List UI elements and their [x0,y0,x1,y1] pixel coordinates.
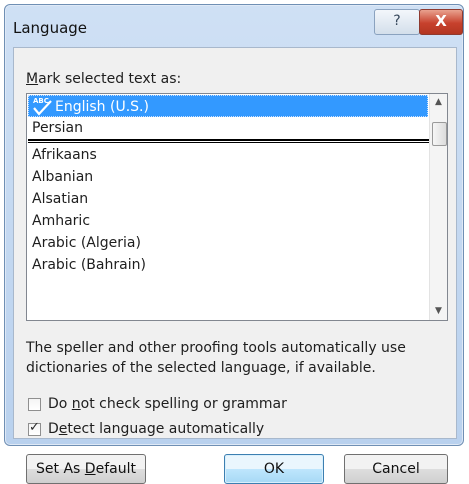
set-as-default-button[interactable]: Set As Default [26,454,146,484]
no-check-option[interactable]: Do not check spelling or grammar [28,394,287,414]
cancel-button[interactable]: Cancel [344,454,448,484]
label-text: ot check spelling or grammar [80,396,287,412]
list-item[interactable]: Amharic [28,210,428,232]
detect-language-option[interactable]: Detect language automatically [28,419,264,439]
label-text: efault [95,461,136,477]
label-text: Set As [36,461,85,477]
list-item-selected[interactable]: ABC English (U.S.) [28,95,428,117]
no-check-label: Do not check spelling or grammar [48,396,287,412]
list-item[interactable]: Afrikaans [28,144,428,166]
ok-button[interactable]: OK [224,454,324,484]
help-icon: ? [393,13,401,29]
list-item-label: Afrikaans [32,147,97,163]
list-item[interactable]: Alsatian [28,188,428,210]
list-separator [28,139,430,143]
mnemonic: D [84,461,96,477]
language-list[interactable]: ABC English (U.S.) Persian Afrikaans Alb… [26,93,448,321]
list-item-recent[interactable]: Persian [28,117,428,139]
label-text: D [48,421,59,437]
svg-text:ABC: ABC [33,97,49,105]
no-check-checkbox[interactable] [28,397,41,411]
mark-selected-text-label: Mark selected text as: [26,71,181,87]
label-text: Do [48,396,72,412]
dialog-title: Language [13,19,88,37]
spellcheck-icon: ABC [33,97,52,116]
mnemonic: n [71,396,81,412]
list-item-label: Alsatian [32,191,89,207]
language-dialog: Language ? X Mark selected text as: ABC … [4,4,464,484]
scroll-up-arrow-icon[interactable]: ▲ [430,94,447,111]
list-item-label: Arabic (Bahrain) [32,257,146,273]
list-item-label: Amharic [32,213,91,229]
proofing-description: The speller and other proofing tools aut… [26,340,406,376]
scroll-thumb[interactable] [432,122,447,146]
close-icon: X [435,12,447,30]
label-text: tect language automatically [67,421,265,437]
list-item-label: Persian [32,120,83,136]
list-scrollbar[interactable]: ▲ ▼ [429,94,447,320]
scroll-down-arrow-icon[interactable]: ▼ [430,303,447,320]
list-item-label: Albanian [32,169,94,185]
detect-language-checkbox[interactable] [28,420,41,436]
label-text: ark selected text as: [38,71,182,87]
list-item[interactable]: Albanian [28,166,428,188]
close-button[interactable]: X [419,9,463,35]
list-item[interactable]: Arabic (Algeria) [28,232,428,254]
list-item-label: Arabic (Algeria) [32,235,141,251]
list-item[interactable]: Arabic (Bahrain) [28,254,428,276]
help-button[interactable]: ? [374,9,420,35]
title-bar[interactable]: Language ? X [5,5,463,47]
dialog-body: Mark selected text as: ABC English (U.S.… [13,47,457,484]
mnemonic: M [26,71,39,87]
detect-language-label: Detect language automatically [48,421,264,437]
